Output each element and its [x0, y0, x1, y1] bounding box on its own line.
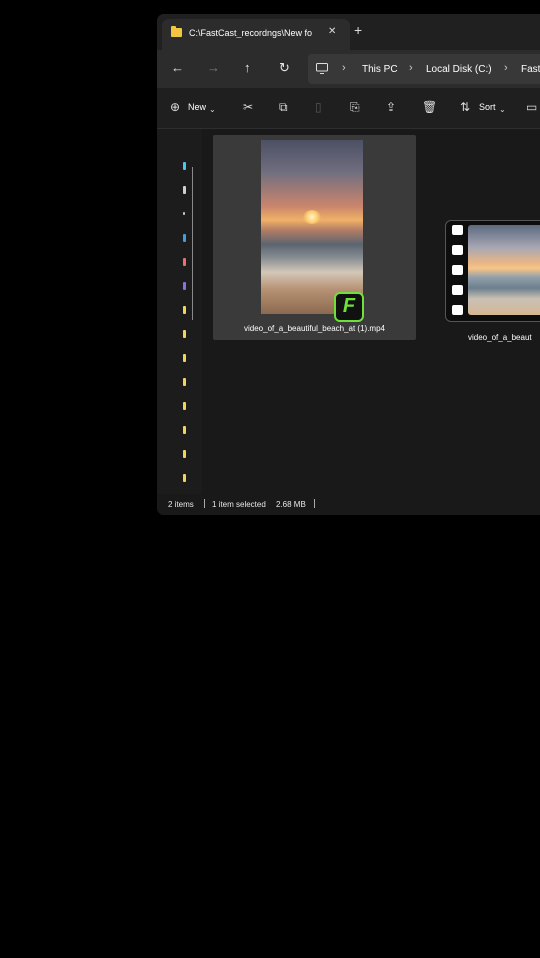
breadcrumb-this-pc[interactable]: This PC: [362, 64, 398, 75]
file-explorer-window: C:\FastCast_recordngs\New fo ✕ + ← → ↑ ↻…: [157, 14, 540, 515]
chevron-right-icon: ›: [409, 62, 413, 74]
file-name: video_of_a_beaut: [468, 333, 532, 342]
video-thumbnail: [468, 225, 540, 315]
status-bar: 2 items 1 item selected 2.68 MB: [157, 494, 540, 515]
chevron-down-icon: ⌄: [499, 105, 506, 114]
film-hole: [452, 245, 463, 255]
status-divider: [314, 499, 315, 508]
nav-item-folder[interactable]: [183, 306, 186, 314]
video-file-icon: [445, 220, 540, 322]
navigation-pane: [157, 129, 202, 504]
cut-icon[interactable]: ✂: [243, 100, 253, 114]
fastcast-app-icon: F: [334, 292, 364, 322]
paste-icon[interactable]: ▯: [315, 100, 322, 114]
nav-item-pinned[interactable]: [183, 212, 185, 215]
nav-item-folder[interactable]: [183, 426, 186, 434]
navigation-bar: ← → ↑ ↻ › This PC › Local Disk (C:) › Fa…: [157, 50, 540, 88]
new-button[interactable]: New: [188, 102, 206, 112]
breadcrumb-local-disk[interactable]: Local Disk (C:): [426, 64, 492, 75]
copy-icon[interactable]: ⧉: [279, 100, 288, 114]
file-item[interactable]: video_of_a_beaut: [443, 217, 540, 342]
status-divider: [204, 499, 205, 508]
film-hole: [452, 225, 463, 235]
refresh-icon[interactable]: ↻: [279, 60, 290, 76]
film-hole: [452, 305, 463, 315]
address-bar[interactable]: › This PC › Local Disk (C:) › Fast: [308, 54, 540, 84]
selection-count: 1 item selected: [212, 500, 266, 509]
plus-icon[interactable]: +: [354, 23, 362, 37]
new-plus-icon[interactable]: ⊕: [170, 100, 180, 114]
share-icon[interactable]: ⇪: [386, 100, 396, 114]
nav-item-folder[interactable]: [183, 474, 186, 482]
view-icon[interactable]: ▭: [526, 100, 537, 114]
file-name: video_of_a_beautiful_beach_at (1).mp4: [244, 324, 385, 333]
monitor-icon: [316, 63, 328, 74]
arrow-right-icon[interactable]: →: [207, 60, 220, 76]
video-thumbnail: [261, 140, 363, 314]
nav-item-pinned[interactable]: [183, 258, 186, 266]
film-hole: [452, 285, 463, 295]
nav-item-folder[interactable]: [183, 330, 186, 338]
breadcrumb-fastcast[interactable]: Fast: [521, 64, 540, 75]
chevron-down-icon: ⌄: [209, 105, 216, 114]
nav-item-folder[interactable]: [183, 450, 186, 458]
nav-item-pinned[interactable]: [183, 186, 186, 194]
nav-item-pinned[interactable]: [183, 162, 186, 170]
sun-glow: [303, 210, 321, 224]
nav-item-folder[interactable]: [183, 402, 186, 410]
navigation-scrollbar[interactable]: [192, 167, 193, 320]
chevron-right-icon: ›: [504, 62, 508, 74]
sort-button[interactable]: Sort: [479, 102, 496, 112]
item-count: 2 items: [168, 500, 194, 509]
sort-icon[interactable]: ⇅: [460, 100, 470, 114]
tab-title: C:\FastCast_recordngs\New fo: [189, 28, 313, 38]
arrow-left-icon[interactable]: ←: [171, 60, 184, 76]
delete-icon[interactable]: 🗑: [422, 100, 437, 114]
command-bar: ⊕ New ⌄ ✂ ⧉ ▯ ⎘ ⇪ 🗑 ⇅ Sort ⌄ ▭: [157, 88, 540, 129]
file-item-selected[interactable]: F video_of_a_beautiful_beach_at (1).mp4: [213, 135, 416, 340]
nav-item-folder[interactable]: [183, 354, 186, 362]
rename-icon[interactable]: ⎘: [350, 100, 360, 114]
nav-item-pinned[interactable]: [183, 234, 186, 242]
selection-size: 2.68 MB: [276, 500, 306, 509]
close-icon[interactable]: ✕: [328, 26, 336, 37]
folder-icon: [171, 26, 182, 37]
tab-strip: C:\FastCast_recordngs\New fo ✕ +: [157, 14, 540, 50]
nav-item-folder[interactable]: [183, 378, 186, 386]
tab-current-folder[interactable]: C:\FastCast_recordngs\New fo ✕: [162, 19, 350, 50]
arrow-up-icon[interactable]: ↑: [244, 60, 251, 76]
film-hole: [452, 265, 463, 275]
file-list: F video_of_a_beautiful_beach_at (1).mp4 …: [203, 129, 540, 494]
chevron-right-icon: ›: [342, 62, 346, 74]
nav-item-pinned[interactable]: [183, 282, 186, 290]
